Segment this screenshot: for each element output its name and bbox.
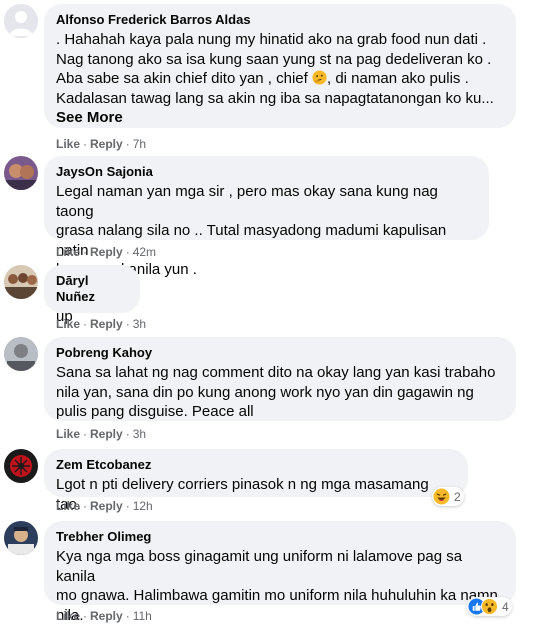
profile-photo-icon: [4, 449, 38, 483]
comment-line: Kya nga mga boss ginagamit ung uniform n…: [56, 548, 463, 585]
commenter-name[interactable]: Pobreng Kahoy: [56, 345, 504, 361]
comment-actions: Like · Reply · 7h: [56, 137, 147, 151]
comment-actions: Like · Reply · 3h: [56, 427, 147, 441]
commenter-name[interactable]: Alfonso Frederick Barros Aldas: [56, 12, 504, 28]
avatar[interactable]: [4, 521, 38, 555]
comment-actions: Like · Reply · 11h: [56, 609, 152, 623]
comment-line: Sana sa lahat ng nag comment dito na oka…: [56, 364, 496, 381]
comment-line: Legal naman yan mga sir , pero mas okay …: [56, 183, 438, 220]
timestamp[interactable]: 3h: [133, 427, 146, 441]
timestamp[interactable]: 42m: [133, 245, 156, 259]
comment-line: . Hahahah kaya pala nung my hinatid ako …: [56, 31, 487, 48]
reply-link[interactable]: Reply: [90, 609, 123, 623]
commenter-name[interactable]: Zem Etcobanez: [56, 457, 456, 473]
profile-photo-icon: [4, 521, 38, 555]
thinking-emoji-icon: [312, 70, 327, 85]
wow-emoji-icon: [481, 598, 498, 615]
comment-actions: Like · Reply · 12h: [56, 499, 153, 513]
comment-line: Kadalasan tawag lang sa akin ng iba sa n…: [56, 89, 494, 107]
comment-bubble: Zem Etcobanez Lgot n pti delivery corrie…: [44, 449, 468, 513]
comment-line: Aba sabe sa akin chief dito yan , chief …: [56, 69, 504, 89]
commenter-name[interactable]: JaysOn Sajonia: [56, 164, 477, 180]
like-link[interactable]: Like: [56, 137, 80, 151]
reply-link[interactable]: Reply: [90, 245, 123, 259]
comment-bubble: Trebher Olimeg Kya nga mga boss ginagami…: [44, 521, 516, 624]
default-profile-icon: [4, 4, 38, 38]
comment-text: Sana sa lahat ng nag comment dito na oka…: [56, 363, 504, 422]
avatar[interactable]: [4, 4, 38, 38]
timestamp[interactable]: 12h: [133, 499, 153, 513]
like-link[interactable]: Like: [56, 245, 80, 259]
avatar[interactable]: [4, 337, 38, 371]
comment-actions: Like · Reply · 3h: [56, 317, 147, 331]
comment-line-part: Aba sabe sa akin chief dito yan , chief: [56, 70, 308, 87]
like-link[interactable]: Like: [56, 499, 80, 513]
like-link[interactable]: Like: [56, 427, 80, 441]
comment-line: Nag tanong ako sa isa kung saan yung st …: [56, 50, 492, 68]
reply-link[interactable]: Reply: [90, 427, 123, 441]
commenter-name[interactable]: Dāryl Nuñez: [56, 273, 128, 305]
comment-line: nila yan, sana din po kung anong work ny…: [56, 383, 474, 401]
profile-photo-icon: [4, 265, 38, 299]
profile-photo-icon: [4, 337, 38, 371]
like-link[interactable]: Like: [56, 609, 80, 623]
comment-line-part: , di naman ako pulis .: [327, 70, 469, 87]
reaction-summary[interactable]: 4: [467, 597, 512, 616]
laugh-emoji-icon: [433, 488, 450, 505]
avatar[interactable]: [4, 265, 38, 299]
like-link[interactable]: Like: [56, 317, 80, 331]
avatar[interactable]: [4, 449, 38, 483]
profile-photo-icon: [4, 156, 38, 190]
timestamp[interactable]: 3h: [133, 317, 146, 331]
comment-bubble: Alfonso Frederick Barros Aldas . Hahahah…: [44, 4, 516, 128]
commenter-name[interactable]: Trebher Olimeg: [56, 529, 504, 545]
comment-line: mo gnawa. Halimbawa gamitin mo uniform n…: [56, 587, 498, 604]
comment-text: . Hahahah kaya pala nung my hinatid ako …: [56, 30, 504, 108]
see-more-link[interactable]: See More: [56, 108, 504, 128]
reaction-count: 2: [454, 489, 461, 504]
reaction-count: 4: [502, 599, 509, 614]
comment-bubble: Dāryl Nuñez up: [44, 265, 140, 325]
comment-line: pulis pang disguise. Peace all: [56, 403, 254, 420]
avatar[interactable]: [4, 156, 38, 190]
timestamp[interactable]: 11h: [133, 609, 152, 623]
reaction-summary[interactable]: 2: [432, 487, 464, 506]
reply-link[interactable]: Reply: [90, 137, 123, 151]
reply-link[interactable]: Reply: [90, 499, 123, 513]
comment-bubble: JaysOn Sajonia Legal naman yan mga sir ,…: [44, 156, 489, 278]
reply-link[interactable]: Reply: [90, 317, 123, 331]
comment-actions: Like · Reply · 42m: [56, 245, 157, 259]
comment-bubble: Pobreng Kahoy Sana sa lahat ng nag comme…: [44, 337, 516, 421]
timestamp[interactable]: 7h: [133, 137, 146, 151]
